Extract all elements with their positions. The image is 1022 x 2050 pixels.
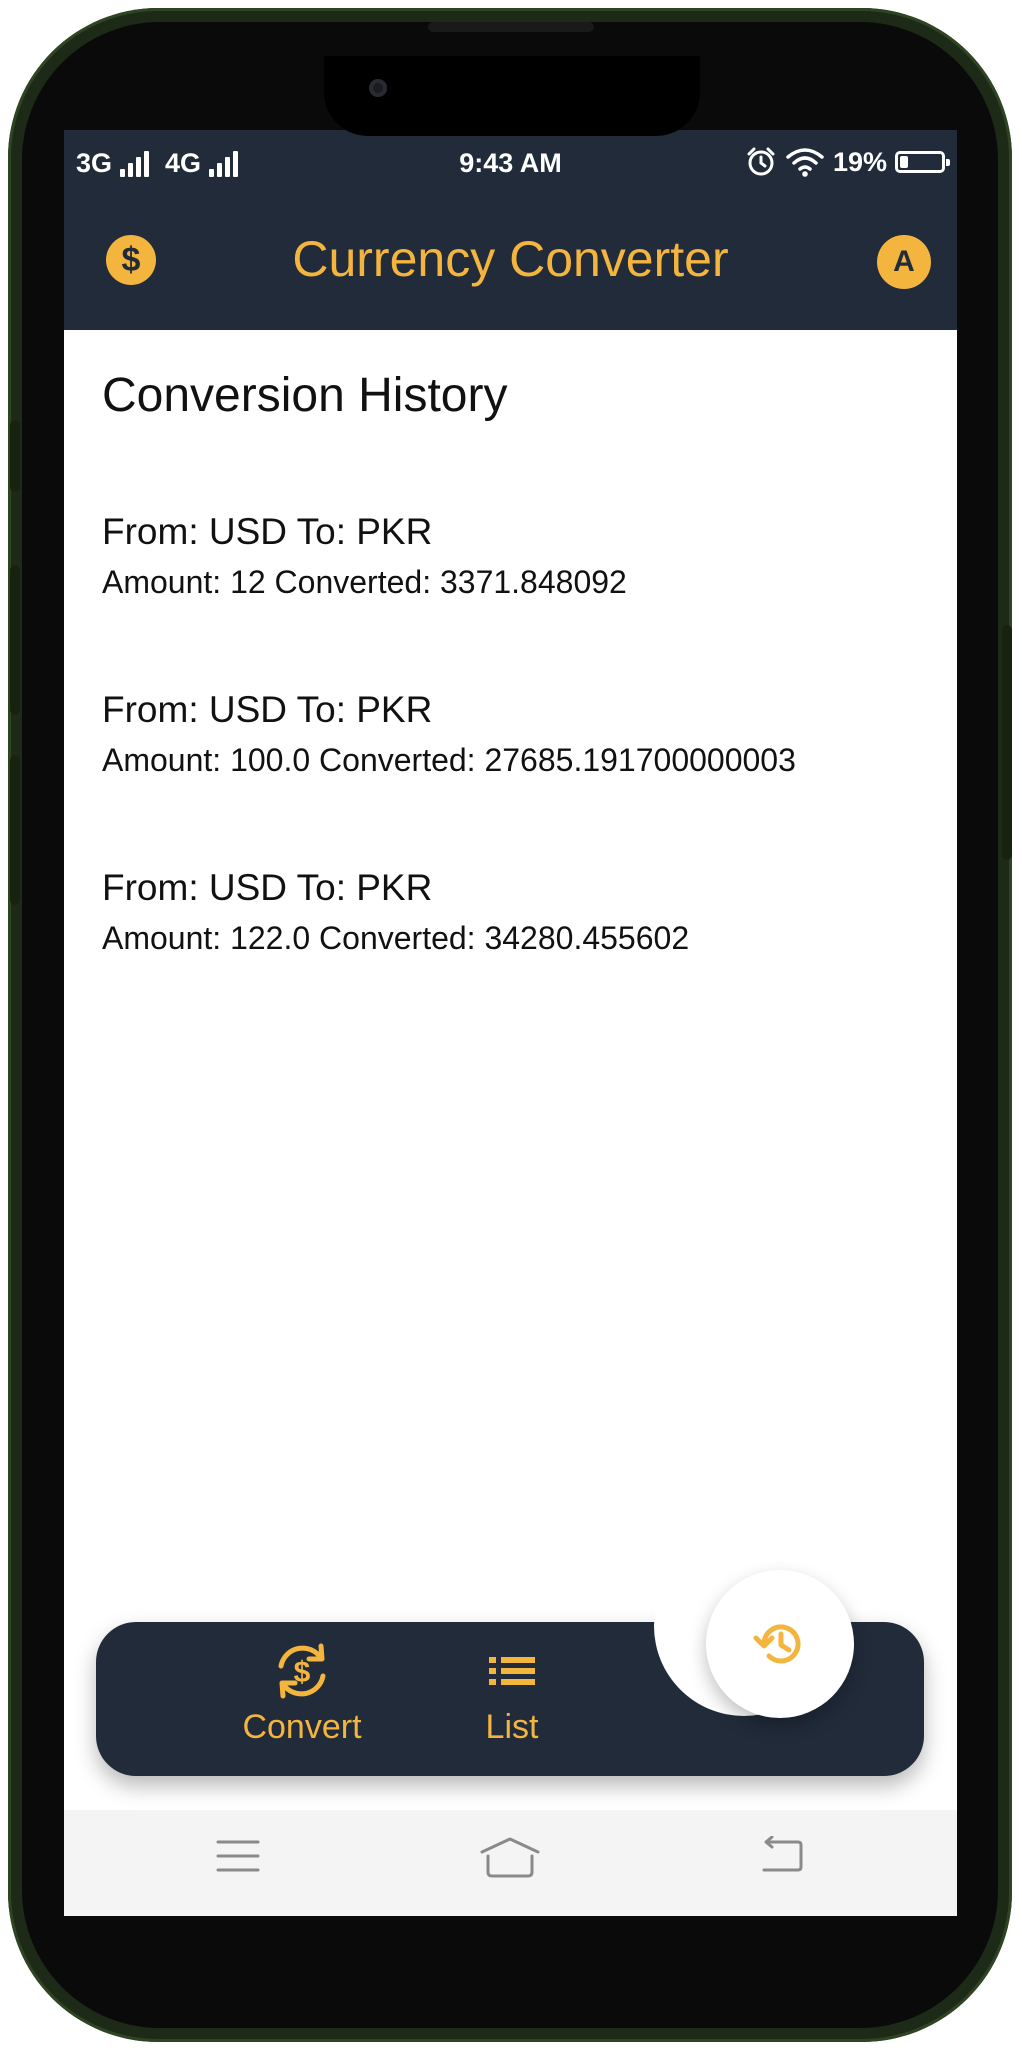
history-icon [753,1624,801,1664]
history-item[interactable]: From: USD To: PKR Amount: 100.0 Converte… [102,686,922,864]
status-bar: 3G 4G 9:43 AM 19% [64,130,957,200]
side-button-left-2 [10,565,20,715]
app-title: Currency Converter [292,231,729,287]
history-amounts: Amount: 100.0 Converted: 27685.191700000… [102,742,796,778]
side-button-left-1 [10,420,20,492]
back-icon[interactable] [758,1836,804,1876]
history-route: From: USD To: PKR [102,867,433,908]
history-route: From: USD To: PKR [102,511,433,552]
menu-icon[interactable] [216,1836,260,1876]
history-fab-button[interactable] [706,1570,854,1718]
home-icon[interactable] [480,1836,540,1880]
battery-level [900,156,908,168]
side-button-left-3 [10,755,20,905]
nav-label-convert: Convert [242,1708,362,1746]
nav-label-list: List [485,1708,539,1746]
side-button-right [1002,625,1012,860]
nav-item-list[interactable]: List [412,1640,612,1747]
screen: 3G 4G 9:43 AM 19% $ Currency Converter A… [64,130,957,1916]
battery-percent: 19% [832,146,887,177]
page-title: Conversion History [102,369,508,422]
history-route: From: USD To: PKR [102,689,433,730]
history-item[interactable]: From: USD To: PKR Amount: 122.0 Converte… [102,864,922,1042]
history-amounts: Amount: 122.0 Converted: 34280.455602 [102,920,690,956]
battery-icon [895,151,950,173]
app-bar: $ Currency Converter A [64,200,957,330]
currency-exchange-icon: $ [202,1640,402,1702]
alarm-icon [747,147,775,176]
status-right-icons: 19% [745,146,950,178]
svg-text:$: $ [294,1656,311,1689]
front-camera [369,79,387,97]
history-item[interactable]: From: USD To: PKR Amount: 12 Converted: … [102,508,922,686]
nav-item-convert[interactable]: $ Convert [202,1640,402,1747]
history-amounts: Amount: 12 Converted: 3371.848092 [102,564,627,600]
profile-avatar[interactable]: A [877,235,931,289]
system-navigation-bar [64,1810,957,1916]
wifi-icon [786,148,824,177]
history-list: From: USD To: PKR Amount: 12 Converted: … [102,508,922,1042]
earpiece-speaker [428,22,594,32]
list-icon [412,1640,612,1702]
